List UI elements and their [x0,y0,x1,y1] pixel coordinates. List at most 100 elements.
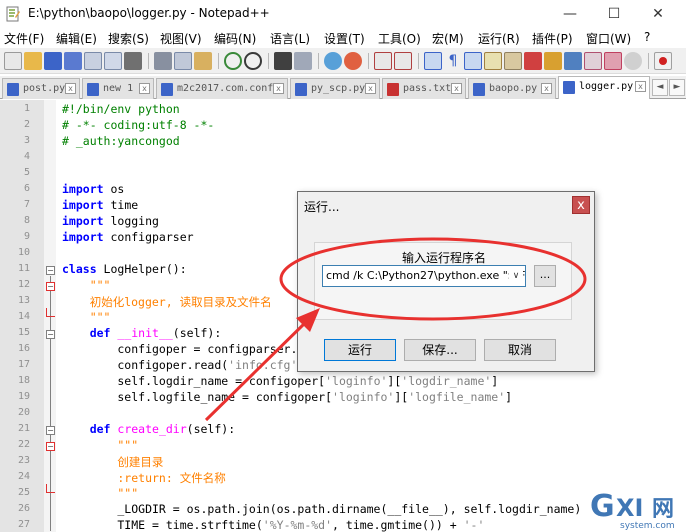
cut-icon[interactable] [154,52,172,70]
run-dialog-close-button[interactable]: x [572,196,590,214]
tab-bar: post.py x new 1 x m2c2017.com.conf x py_… [0,76,686,99]
tab-py-scp-py[interactable]: py_scp.py x [290,78,380,99]
tab-close-icon[interactable]: x [65,83,76,94]
tab-close-icon[interactable]: x [451,83,462,94]
code-text: TIME = time.strftime( [62,518,263,532]
tab-new-1[interactable]: new 1 x [82,78,154,99]
fold-toggle-icon[interactable]: − [46,426,55,435]
bookmark-icon[interactable] [604,52,622,70]
code-line: TIME = time.strftime('%Y-%m-%d', time.gm… [62,518,484,532]
menu-file[interactable]: 文件(F) [4,30,44,47]
find-icon[interactable] [274,52,292,70]
tab-baopo-py[interactable]: baopo.py x [468,78,556,99]
tab-scroll-left-button[interactable]: ◄ [652,79,668,96]
code-line: def __init__(self): [62,326,222,340]
menu-view[interactable]: 视图(V) [160,30,202,47]
fold-toggle-icon[interactable]: − [46,330,55,339]
line-number: 24 [17,471,30,482]
line-number: 7 [23,199,30,210]
open-file-icon[interactable] [24,52,42,70]
zoom-out-icon[interactable] [344,52,362,70]
tab-m2c2017-conf[interactable]: m2c2017.com.conf x [156,78,288,99]
macro-icon[interactable] [584,52,602,70]
save-icon[interactable] [44,52,62,70]
run-command-combobox[interactable]: cmd /k C:\Python27\python.exe "$(FU ∨ [322,265,526,287]
menu-plugins[interactable]: 插件(P) [532,30,573,47]
minimize-button[interactable]: — [548,2,592,26]
tab-close-icon[interactable]: x [365,83,376,94]
function-list-icon[interactable] [524,52,542,70]
chevron-down-icon[interactable]: ∨ [509,266,523,286]
save-icon [161,83,173,96]
tab-logger-py[interactable]: logger.py x [558,76,650,99]
undo-icon[interactable] [224,52,242,70]
line-number: 10 [17,247,30,258]
menu-help[interactable]: ? [644,30,650,44]
menu-tools[interactable]: 工具(O) [378,30,421,47]
sync-scroll-h-icon[interactable] [394,52,412,70]
show-all-chars-icon[interactable]: ¶ [444,52,462,70]
code-keyword: import [62,214,104,228]
maximize-button[interactable]: ☐ [592,2,636,26]
code-text: ][ [394,390,409,404]
code-string: 'info.cfg' [228,358,298,372]
menu-search[interactable]: 搜索(S) [108,30,149,47]
record-macro-icon[interactable] [654,52,672,70]
line-number: 21 [17,423,30,434]
save-all-icon[interactable] [64,52,82,70]
replace-icon[interactable] [294,52,312,70]
fold-toggle-icon[interactable]: − [46,266,55,275]
line-number: 8 [23,215,30,226]
user-define-lang-icon[interactable] [484,52,502,70]
zoom-in-icon[interactable] [324,52,342,70]
tab-close-icon[interactable]: x [541,83,552,94]
indent-guide-icon[interactable] [464,52,482,70]
line-number: 22 [17,439,30,450]
paste-icon[interactable] [194,52,212,70]
close-file-icon[interactable] [84,52,102,70]
title-bar: E:\python\baopo\logger.py - Notepad++ — … [0,0,686,28]
menu-settings[interactable]: 设置(T) [324,30,365,47]
code-line: # _auth:yancongod [62,134,180,148]
code-line: #!/bin/env python [62,102,180,116]
menu-run[interactable]: 运行(R) [478,30,520,47]
copy-icon[interactable] [174,52,192,70]
save-button[interactable]: 保存... [404,339,476,361]
redo-icon[interactable] [244,52,262,70]
word-wrap-icon[interactable] [424,52,442,70]
code-text: (self): [186,422,236,436]
print-icon[interactable] [124,52,142,70]
eye-icon[interactable] [624,52,642,70]
new-file-icon[interactable] [4,52,22,70]
browse-button[interactable]: ... [534,265,556,287]
tab-post-py[interactable]: post.py x [2,78,80,99]
run-button[interactable]: 运行 [324,339,396,361]
code-function: __init__ [110,326,173,340]
folder-workspace-icon[interactable] [544,52,562,70]
sync-scroll-v-icon[interactable] [374,52,392,70]
code-line: 初始化logger, 读取目录及文件名 [62,295,272,309]
menu-encoding[interactable]: 编码(N) [214,30,256,47]
tab-close-icon[interactable]: x [273,83,284,94]
code-line: """ [62,438,139,452]
cancel-button[interactable]: 取消 [484,339,556,361]
tab-close-icon[interactable]: x [139,83,150,94]
tab-close-icon[interactable]: x [635,81,646,92]
fold-toggle-icon[interactable]: − [46,282,55,291]
close-button[interactable]: ✕ [636,2,680,26]
line-number: 26 [17,503,30,514]
svg-text:XI: XI [616,494,643,522]
doc-map-icon[interactable] [504,52,522,70]
tab-scroll-right-button[interactable]: ► [669,79,685,96]
menu-window[interactable]: 窗口(W) [586,30,631,47]
gxi-watermark-logo: G XI 网 system.com [590,489,675,530]
tab-pass-txt[interactable]: pass.txt x [382,78,466,99]
menu-macro[interactable]: 宏(M) [432,30,464,47]
line-number: 13 [17,295,30,306]
menu-language[interactable]: 语言(L) [270,30,310,47]
menu-edit[interactable]: 编辑(E) [56,30,97,47]
fold-toggle-icon[interactable]: − [46,442,55,451]
code-text: ] [505,390,513,404]
close-all-icon[interactable] [104,52,122,70]
monitoring-icon[interactable] [564,52,582,70]
